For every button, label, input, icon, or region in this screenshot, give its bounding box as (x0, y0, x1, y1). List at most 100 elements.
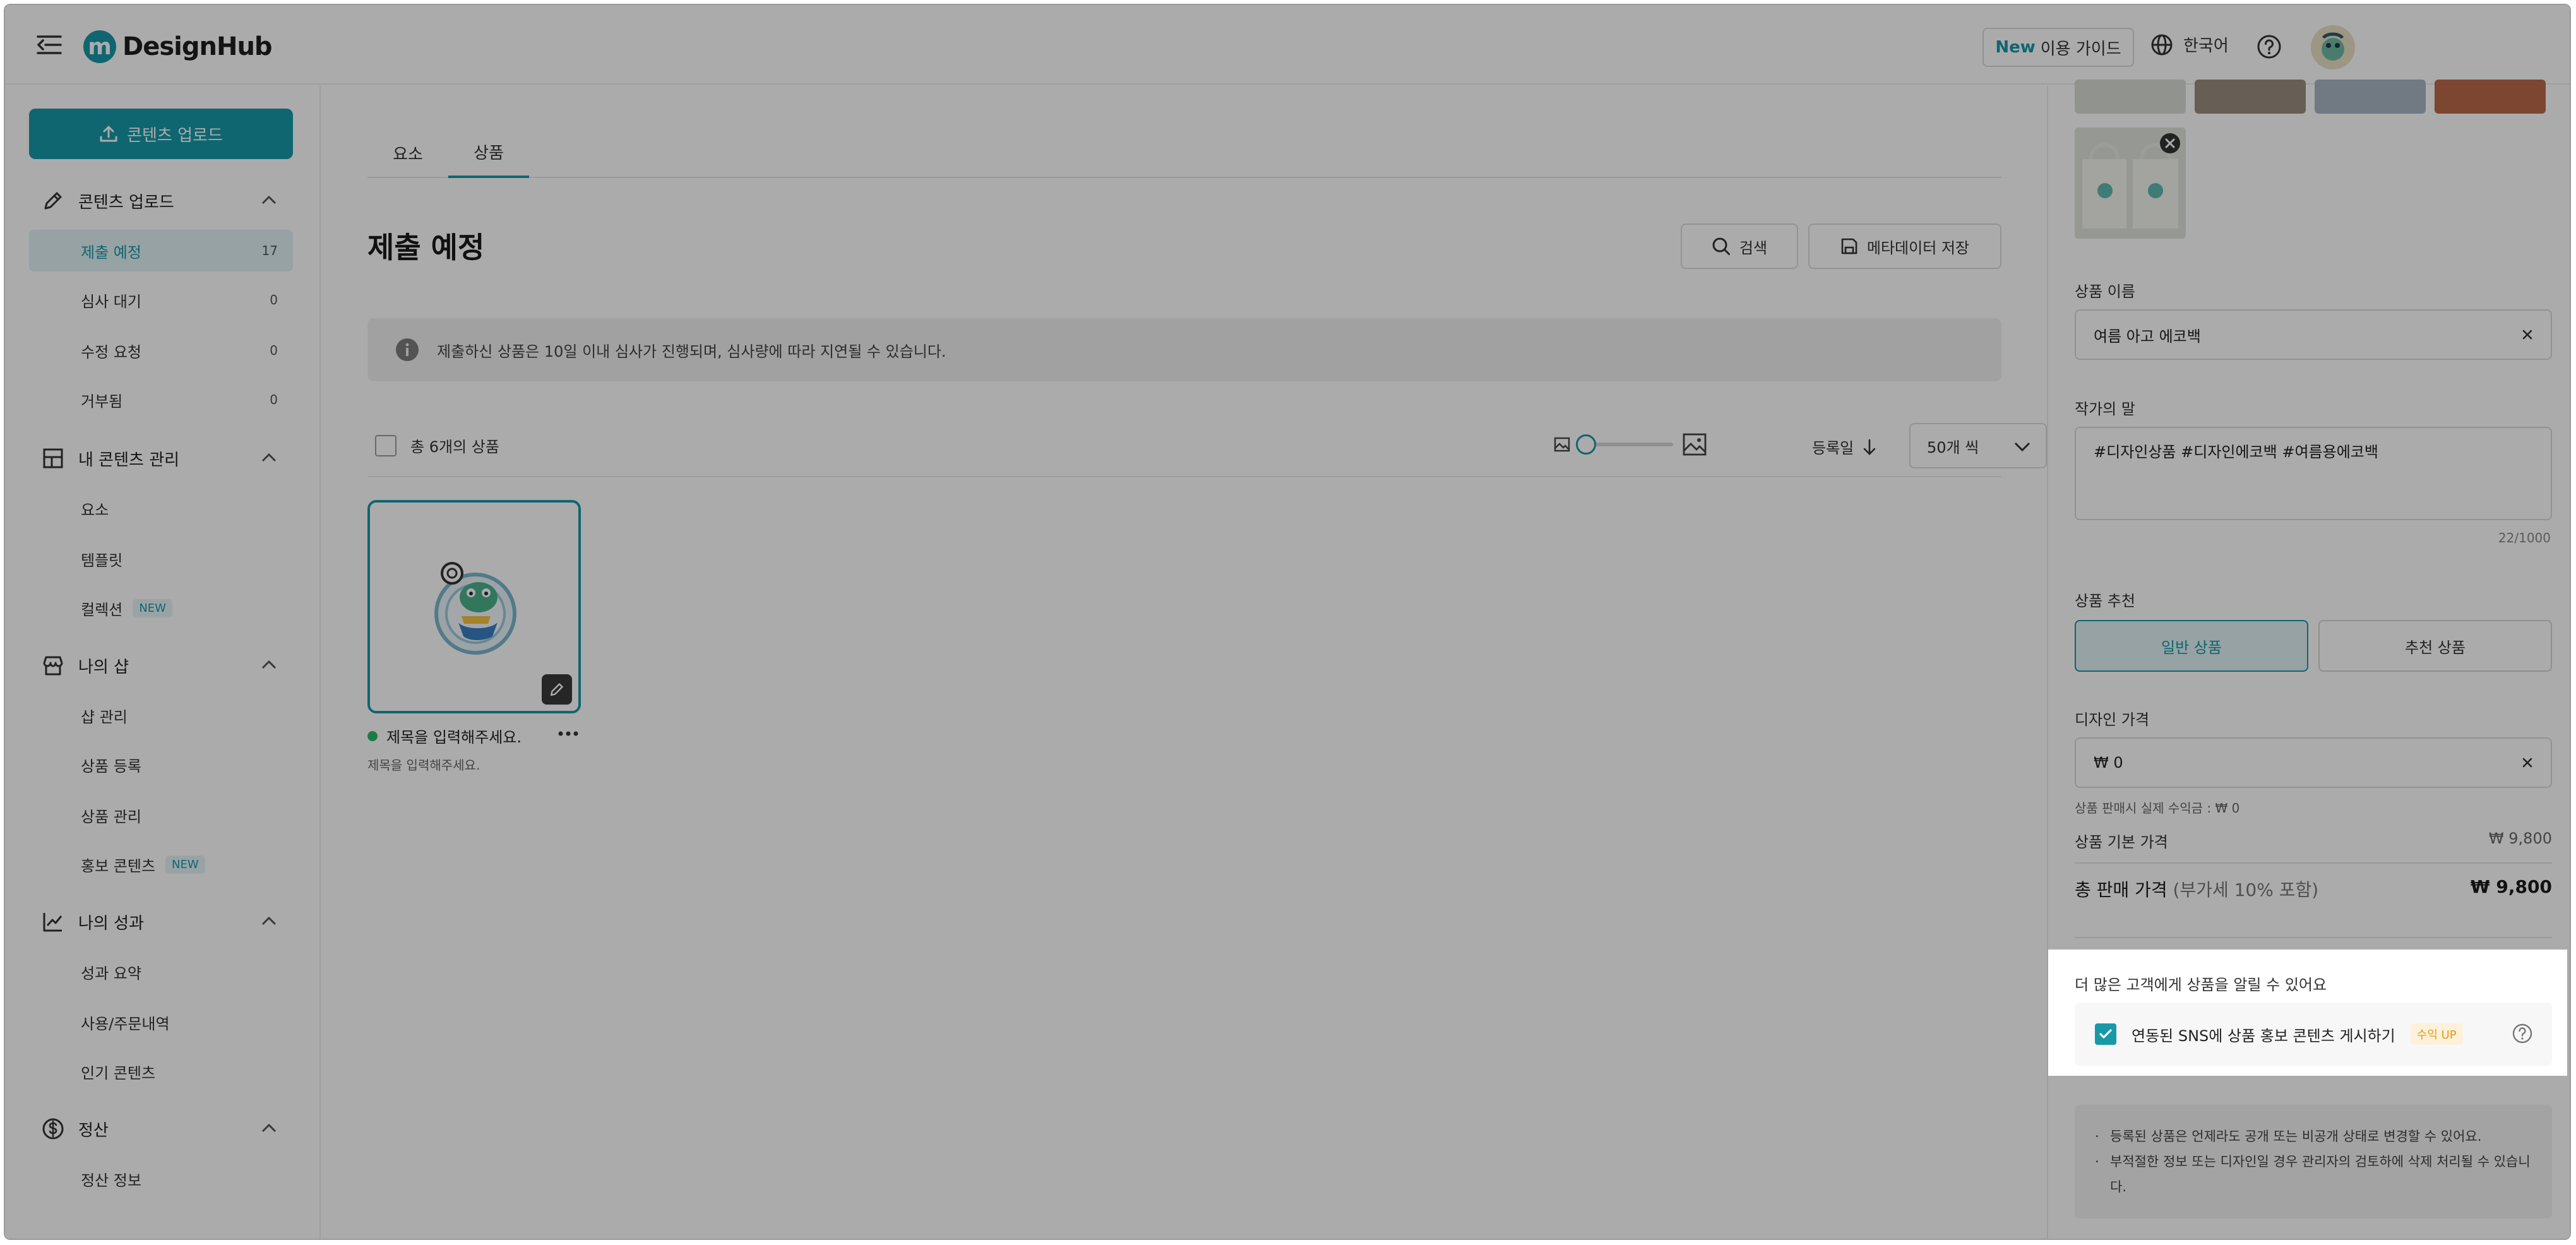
design-price-label: 디자인 가격 (2075, 711, 2150, 729)
sidebar-item-settlement-info[interactable]: 정산 정보 (29, 1158, 293, 1200)
promo-heading: 더 많은 고객에게 상품을 알릴 수 있어요 (2075, 976, 2327, 994)
promo-highlight-box: 더 많은 고객에게 상품을 알릴 수 있어요 연동된 SNS에 상품 홍보 콘텐… (2048, 950, 2567, 1076)
section-title: 콘텐츠 업로드 (78, 193, 174, 212)
sidebar-item-promo-content[interactable]: 홍보 콘텐츠 NEW (29, 843, 293, 885)
clear-icon[interactable] (2519, 326, 2536, 343)
sidebar-item-label: 상품 등록 (81, 757, 141, 775)
sns-promo-option[interactable]: 연동된 SNS에 상품 홍보 콘텐츠 게시하기 수익 UP (2075, 1003, 2552, 1066)
card-title[interactable]: 제목을 입력해주세요. (386, 725, 522, 747)
save-icon (1841, 238, 1857, 254)
sidebar-section-my-shop[interactable]: 나의 샵 (29, 646, 293, 684)
tab-elements[interactable]: 요소 (367, 128, 448, 178)
sidebar-item-product-register[interactable]: 상품 등록 (29, 744, 293, 785)
sidebar-item-label: 홍보 콘텐츠 (81, 857, 156, 875)
info-line: · 부적절한 정보 또는 디자인일 경우 관리자의 검토하에 삭제 처리될 수 … (2095, 1149, 2533, 1200)
sidebar-item-count: 0 (270, 292, 278, 307)
product-image-thumb[interactable] (2435, 80, 2546, 114)
product-image-thumb[interactable] (2075, 80, 2186, 114)
image-large-icon (1683, 433, 1707, 456)
sidebar-item-review-waiting[interactable]: 심사 대기 0 (29, 279, 293, 321)
sidebar-item-popular-content[interactable]: 인기 콘텐츠 (29, 1051, 293, 1092)
total-price-label: 총 판매 가격 (2075, 879, 2168, 900)
design-price-value: ₩ 0 (2094, 754, 2123, 771)
sidebar-item-elements[interactable]: 요소 (29, 487, 293, 529)
sidebar-section-content-upload[interactable]: 콘텐츠 업로드 (29, 182, 293, 220)
sidebar-collapse-icon[interactable] (37, 34, 62, 56)
product-image-thumb[interactable] (2195, 80, 2306, 114)
product-info-notes: · 등록된 상품은 언제라도 공개 또는 비공개 상태로 변경할 수 있어요. … (2075, 1105, 2552, 1218)
search-button[interactable]: 검색 (1681, 223, 1798, 269)
thumbnail-size-slider[interactable] (1553, 432, 1707, 457)
chevron-up-icon (261, 660, 277, 669)
tab-label: 상품 (474, 143, 504, 163)
sidebar-section-my-content[interactable]: 내 콘텐츠 관리 (29, 439, 293, 477)
sidebar-item-pending-submission[interactable]: 제출 예정 17 (29, 230, 293, 271)
logo-mark: m (83, 30, 116, 63)
content-tabs: 요소 상품 (367, 128, 2001, 178)
chevron-up-icon (261, 195, 277, 205)
product-image-thumb[interactable] (2315, 80, 2426, 114)
sort-by-date[interactable]: 등록일 (1812, 436, 1876, 458)
general-product-label: 일반 상품 (2161, 638, 2222, 657)
author-note-textarea[interactable]: #디자인상품 #디자인에코백 #여름용에코백 (2075, 427, 2552, 520)
close-icon[interactable] (2159, 133, 2181, 154)
sidebar-item-templates[interactable]: 템플릿 (29, 538, 293, 580)
design-price-input[interactable]: ₩ 0 (2075, 737, 2552, 788)
per-page-value: 50개 씩 (1927, 438, 1979, 456)
edit-card-button[interactable] (542, 674, 572, 705)
select-all[interactable]: 총 6개의 상품 (375, 434, 499, 456)
author-note-label: 작가의 말 (2075, 400, 2135, 418)
sidebar-item-label: 정산 정보 (81, 1171, 141, 1189)
line-chart-icon (43, 913, 63, 932)
sidebar-item-collections[interactable]: 컬렉션 NEW (29, 587, 293, 629)
sidebar-item-label: 거부됨 (81, 392, 123, 410)
user-avatar[interactable] (2311, 25, 2355, 69)
sidebar-item-shop-manage[interactable]: 샵 관리 (29, 694, 293, 736)
top-header: m DesignHub New 이용 가이드 한국어 (5, 5, 2570, 85)
info-line-text: 등록된 상품은 언제라도 공개 또는 비공개 상태로 변경할 수 있어요. (2110, 1129, 2482, 1144)
notice-text: 제출하신 상품은 10일 이내 심사가 진행되며, 심사량에 따라 지연될 수 … (437, 342, 946, 360)
image-small-icon (1554, 437, 1570, 452)
info-line: · 등록된 상품은 언제라도 공개 또는 비공개 상태로 변경할 수 있어요. (2095, 1124, 2533, 1149)
product-image-thumb[interactable] (2075, 128, 2186, 239)
card-subtitle: 제목을 입력해주세요. (367, 758, 480, 773)
language-selector[interactable]: 한국어 (2150, 33, 2229, 56)
sidebar-item-rejected[interactable]: 거부됨 0 (29, 379, 293, 420)
total-price-label-group: 총 판매 가격 (부가세 10% 포함) (2075, 876, 2318, 902)
search-icon (1712, 237, 1730, 255)
base-price-value: ₩ 9,800 (2488, 830, 2552, 847)
clear-icon[interactable] (2519, 754, 2536, 771)
brand-logo[interactable]: m DesignHub (83, 30, 273, 63)
sidebar-item-label: 수정 요청 (81, 343, 141, 361)
sidebar-item-product-manage[interactable]: 상품 관리 (29, 794, 293, 836)
slider-thumb[interactable] (1576, 434, 1596, 455)
recommended-product-option[interactable]: 추천 상품 (2318, 620, 2552, 672)
sidebar-item-usage-orders[interactable]: 사용/주문내역 (29, 1001, 293, 1043)
globe-icon (2151, 34, 2173, 55)
sidebar-section-settlement[interactable]: 정산 (29, 1110, 293, 1148)
sidebar-item-performance-summary[interactable]: 성과 요약 (29, 951, 293, 992)
sort-label: 등록일 (1812, 439, 1854, 457)
per-page-select[interactable]: 50개 씩 (1909, 423, 2047, 468)
sns-promo-checkbox[interactable] (2095, 1023, 2116, 1045)
general-product-option[interactable]: 일반 상품 (2075, 620, 2308, 672)
sns-promo-label: 연동된 SNS에 상품 홍보 콘텐츠 게시하기 (2132, 1027, 2395, 1045)
brand-name: DesignHub (122, 32, 273, 61)
new-badge: NEW (165, 855, 205, 874)
save-metadata-button[interactable]: 메타데이터 저장 (1808, 223, 2001, 269)
sidebar-section-my-performance[interactable]: 나의 성과 (29, 903, 293, 941)
product-card[interactable] (367, 500, 581, 713)
sidebar-item-revision-request[interactable]: 수정 요청 0 (29, 330, 293, 371)
tab-products[interactable]: 상품 (448, 128, 529, 178)
slider-track[interactable] (1576, 434, 1673, 455)
review-notice: 제출하신 상품은 10일 이내 심사가 진행되며, 심사량에 따라 지연될 수 … (367, 318, 2001, 381)
user-guide-button[interactable]: New 이용 가이드 (1983, 28, 2134, 67)
help-icon[interactable] (2512, 1023, 2533, 1044)
more-options-icon[interactable] (556, 725, 581, 742)
upload-icon (100, 126, 117, 142)
select-all-checkbox[interactable] (375, 434, 397, 456)
pencil-icon (550, 683, 563, 696)
content-upload-button[interactable]: 콘텐츠 업로드 (29, 109, 293, 159)
help-icon[interactable] (2257, 34, 2282, 59)
product-name-input[interactable]: 여름 아고 에코백 (2075, 309, 2552, 360)
